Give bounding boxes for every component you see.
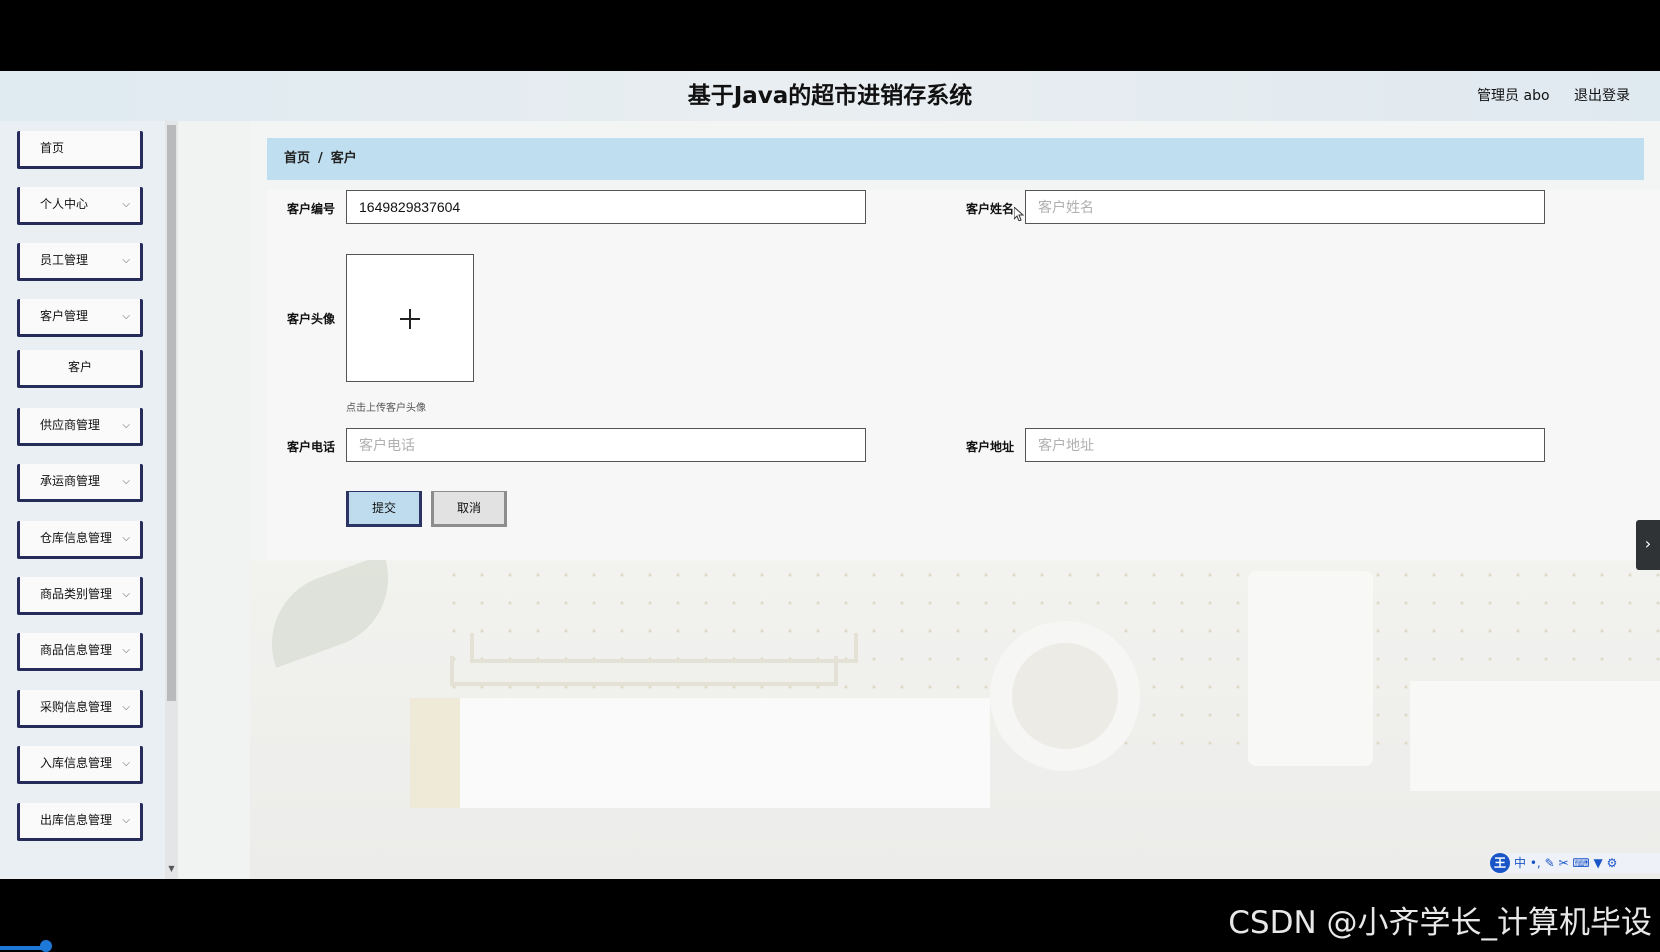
app-window: 基于Java的超市进销存系统 管理员 abo 退出登录 首页个人中心 ⌵ 员工管理 ⌵…	[0, 71, 1660, 879]
breadcrumb-home[interactable]: 首页	[284, 151, 310, 166]
scroll-down-icon[interactable]: ▼	[167, 864, 176, 874]
sidebar-item-label: 仓库信息管理	[40, 531, 113, 545]
breadcrumb: 首页 / 客户	[267, 138, 1644, 180]
background-tape-roll	[990, 621, 1140, 771]
avatar-label: 客户头像	[287, 312, 336, 326]
chevron-right-icon[interactable]: ›	[1636, 520, 1660, 570]
breadcrumb-separator: /	[318, 151, 323, 166]
sidebar-item-5[interactable]: 供应商管理 ⌵	[17, 408, 143, 446]
chevron-down-icon: ⌵	[122, 533, 130, 544]
sidebar-scroll-thumb[interactable]	[167, 125, 176, 701]
customer-id-input[interactable]	[346, 190, 866, 224]
sidebar-item-1[interactable]: 个人中心 ⌵	[17, 187, 143, 225]
customer-name-input[interactable]	[1025, 190, 1545, 224]
sidebar-item-0[interactable]: 首页	[17, 131, 143, 169]
top-header: 基于Java的超市进销存系统 管理员 abo 退出登录	[0, 71, 1660, 121]
sidebar-item-9[interactable]: 商品信息管理 ⌵	[17, 633, 143, 671]
admin-username[interactable]: 管理员 abo	[1477, 88, 1549, 104]
chevron-down-icon: ⌵	[122, 311, 130, 322]
sidebar-item-7[interactable]: 仓库信息管理 ⌵	[17, 521, 143, 559]
sidebar-item-label: 个人中心	[40, 197, 89, 211]
chevron-down-icon: ⌵	[122, 758, 130, 769]
ime-keyboard-icon[interactable]: ⌨	[1572, 856, 1589, 870]
sidebar-item-label: 入库信息管理	[40, 756, 113, 770]
sidebar: 首页 个人中心 ⌵ 员工管理 ⌵ 客户管理 ⌵ 客户 供应商管理 ⌵ 承运商管理 ⌵ 仓库信息管理 ⌵ 商品…	[0, 121, 178, 879]
sidebar-item-11[interactable]: 入库信息管理 ⌵	[17, 746, 143, 784]
ime-pen-icon[interactable]: ✎	[1545, 856, 1555, 870]
background-tray	[450, 656, 838, 686]
sidebar-item-label: 首页	[40, 141, 65, 155]
content-gutter	[178, 121, 250, 879]
cancel-button[interactable]: 取消	[431, 491, 507, 527]
ime-logo-icon[interactable]: 王	[1490, 853, 1510, 873]
chevron-down-icon: ⌵	[122, 702, 130, 713]
background-cylinder	[1248, 571, 1373, 766]
watermark: CSDN @小齐学长_计算机毕设	[1228, 905, 1652, 941]
sidebar-item-label: 供应商管理	[40, 418, 101, 432]
chevron-down-icon: ⌵	[122, 255, 130, 266]
upload-hint: 点击上传客户头像	[346, 403, 426, 414]
sidebar-item-label: 采购信息管理	[40, 700, 113, 714]
sidebar-item-2[interactable]: 员工管理 ⌵	[17, 243, 143, 281]
sidebar-item-6[interactable]: 承运商管理 ⌵	[17, 464, 143, 502]
background-box	[410, 698, 990, 808]
chevron-down-icon: ⌵	[122, 815, 130, 826]
mouse-cursor-icon	[1014, 207, 1024, 221]
sidebar-item-label: 承运商管理	[40, 474, 101, 488]
phone-label: 客户电话	[287, 440, 336, 454]
phone-input[interactable]	[346, 428, 866, 462]
sidebar-item-label: 商品类别管理	[40, 587, 113, 601]
background-block	[1410, 681, 1660, 791]
sidebar-item-label: 员工管理	[40, 253, 89, 267]
ime-scissors-icon[interactable]: ✂	[1558, 856, 1568, 870]
breadcrumb-current: 客户	[330, 151, 357, 166]
chevron-down-icon: ⌵	[122, 199, 130, 210]
sidebar-item-4[interactable]: 客户	[17, 350, 143, 388]
plus-icon	[347, 255, 475, 383]
sidebar-item-label: 客户管理	[40, 309, 89, 323]
logout-link[interactable]: 退出登录	[1574, 88, 1630, 104]
address-label: 客户地址	[966, 440, 1015, 454]
chevron-down-icon: ⌵	[122, 645, 130, 656]
user-area: 管理员 abo 退出登录	[1457, 71, 1630, 121]
sidebar-item-10[interactable]: 采购信息管理 ⌵	[17, 690, 143, 728]
chevron-down-icon: ⌵	[122, 476, 130, 487]
page-title: 基于Java的超市进销存系统	[687, 83, 973, 109]
ime-toolbar[interactable]: 王中 •, ✎ ✂ ⌨ ▼ ⚙	[1490, 853, 1660, 873]
address-input[interactable]	[1025, 428, 1545, 462]
sidebar-item-label: 出库信息管理	[40, 813, 113, 827]
ime-mode[interactable]: 中	[1514, 856, 1526, 870]
sidebar-item-3[interactable]: 客户管理 ⌵	[17, 299, 143, 337]
ime-skin-icon[interactable]: ▼	[1594, 856, 1603, 870]
sidebar-item-12[interactable]: 出库信息管理 ⌵	[17, 803, 143, 841]
ime-punctuation-icon[interactable]: •,	[1530, 856, 1545, 870]
chevron-down-icon: ⌵	[122, 420, 130, 431]
ime-settings-icon[interactable]: ⚙	[1607, 856, 1618, 870]
sidebar-item-label: 客户	[67, 360, 92, 374]
submit-button[interactable]: 提交	[346, 491, 422, 527]
video-progress-handle[interactable]	[40, 940, 52, 952]
customer-id-label: 客户编号	[287, 202, 336, 216]
sidebar-item-8[interactable]: 商品类别管理 ⌵	[17, 577, 143, 615]
sidebar-item-label: 商品信息管理	[40, 643, 113, 657]
chevron-down-icon: ⌵	[122, 589, 130, 600]
customer-name-label: 客户姓名	[966, 202, 1015, 216]
avatar-upload-box[interactable]	[346, 254, 474, 382]
